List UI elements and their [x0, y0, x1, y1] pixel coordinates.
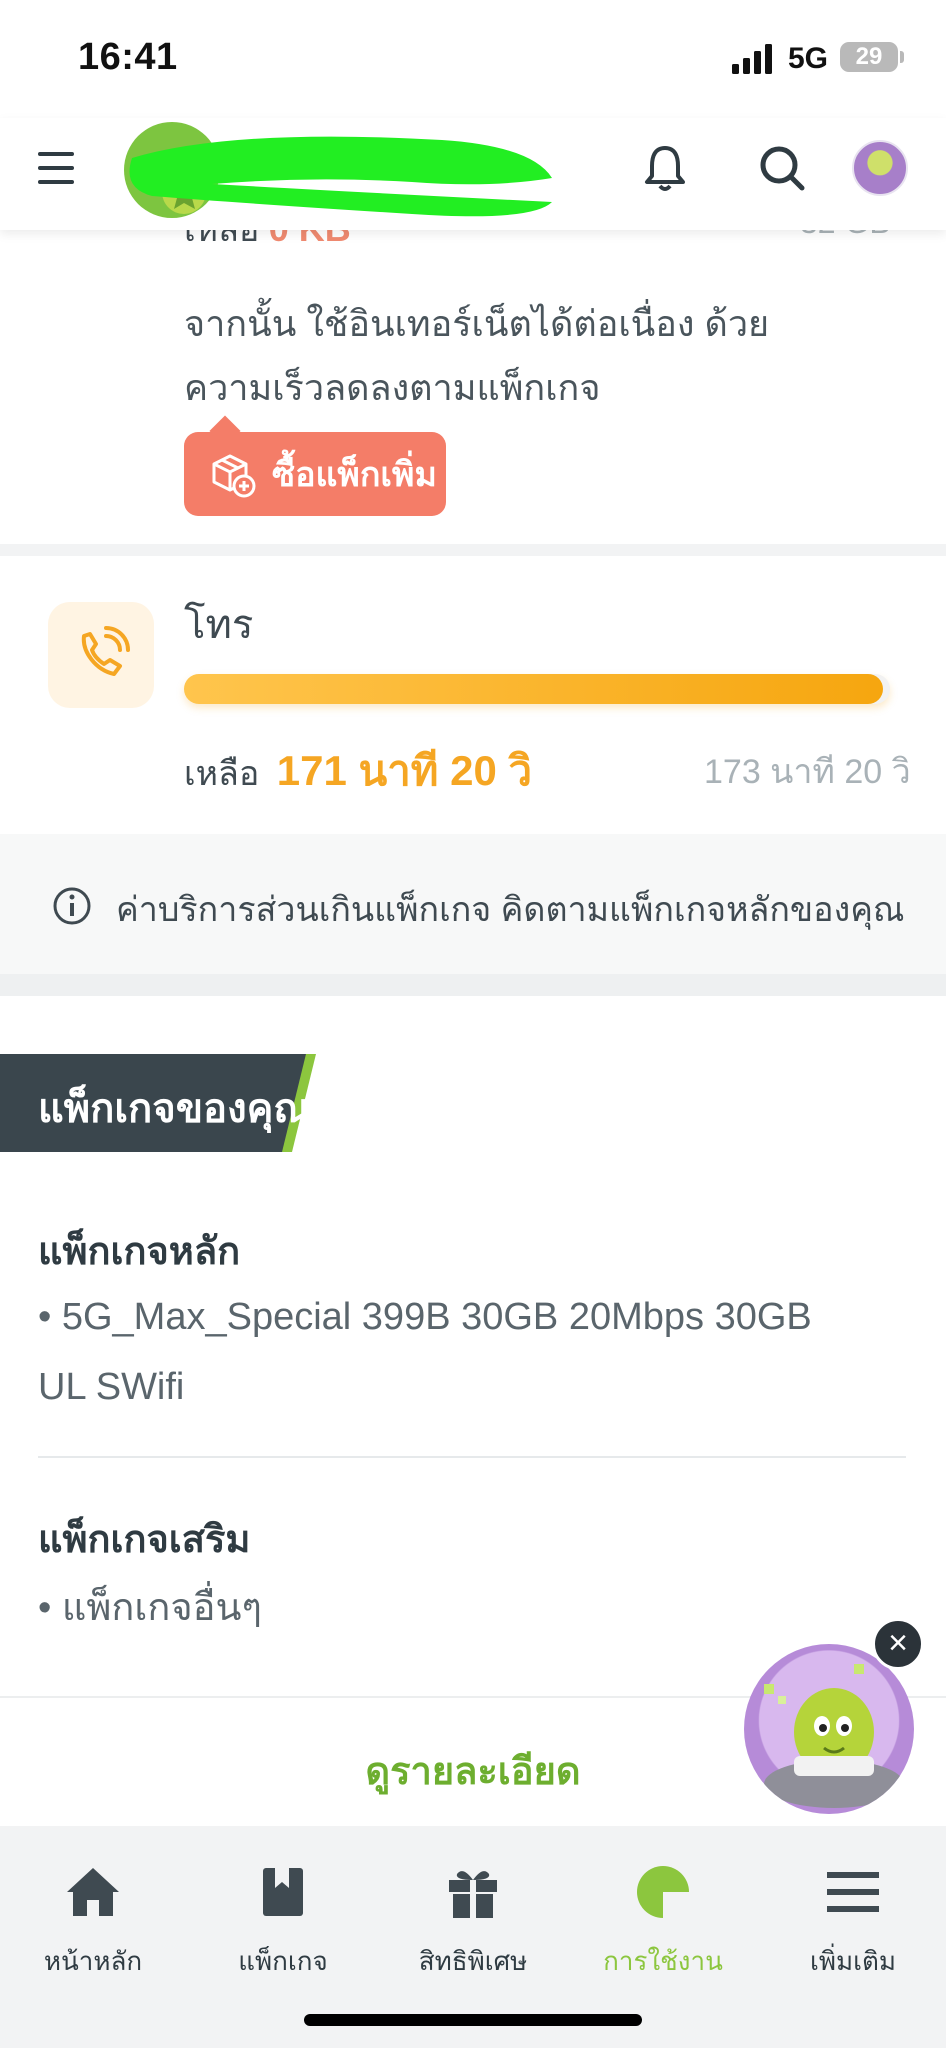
- mascot-chat-button[interactable]: [744, 1644, 914, 1814]
- data-usage-section: เหลือ 0 KB 32 GB จากนั้น ใช้อินเทอร์เน็ต…: [0, 204, 946, 544]
- call-progress-bar: [184, 674, 890, 704]
- redacted-logo: [124, 122, 552, 218]
- buy-package-label: ซื้อแพ็กเพิ่ม: [272, 456, 437, 494]
- battery-icon: 29: [840, 42, 898, 72]
- avatar[interactable]: [852, 140, 908, 196]
- nav-usage[interactable]: การใช้งาน: [588, 1862, 738, 1982]
- menu-icon[interactable]: [38, 152, 74, 184]
- phone-icon: [48, 602, 154, 708]
- call-usage-section: โทร เหลือ 171 นาที 20 วิ 173 นาที 20 วิ: [0, 556, 946, 836]
- nav-usage-label: การใช้งาน: [603, 1946, 723, 1976]
- info-icon: [53, 887, 91, 925]
- package-banner-title: แพ็กเกจของคุณ: [38, 1087, 311, 1131]
- addon-package-item: • แพ็กเกจอื่นๆ: [38, 1587, 262, 1629]
- status-time: 16:41: [78, 36, 178, 78]
- call-progress-fill: [184, 674, 883, 704]
- main-package-item: • 5G_Max_Special 399B 30GB 20Mbps 30GB U…: [38, 1296, 812, 1408]
- overage-info: ค่าบริการส่วนเกินแพ็กเกจ คิดตามแพ็กเกจหล…: [0, 834, 946, 974]
- close-icon[interactable]: ×: [872, 1618, 924, 1670]
- call-total: 173 นาที 20 วิ: [704, 753, 911, 791]
- network-type: 5G: [788, 42, 829, 75]
- search-icon[interactable]: [758, 142, 806, 194]
- section-divider: [0, 544, 946, 556]
- addon-package-title: แพ็กเกจเสริม: [38, 1519, 251, 1561]
- nav-privileges[interactable]: สิทธิพิเศษ: [398, 1862, 548, 1982]
- usage-icon: [637, 1866, 691, 1920]
- nav-package-label: แพ็กเกจ: [238, 1946, 328, 1976]
- nav-more[interactable]: เพิ่มเติม: [778, 1862, 928, 1982]
- section-divider: [0, 974, 946, 996]
- call-remaining-value: 171 นาที 20 วิ: [276, 747, 533, 794]
- call-title: โทร: [184, 603, 254, 647]
- bell-icon[interactable]: [642, 142, 688, 194]
- data-note: จากนั้น ใช้อินเทอร์เน็ตได้ต่อเนื่อง ด้วย…: [184, 303, 770, 408]
- nav-privileges-label: สิทธิพิเศษ: [418, 1946, 528, 1976]
- home-icon: [67, 1868, 119, 1916]
- main-package-title: แพ็กเกจหลัก: [38, 1231, 241, 1273]
- call-remaining-label: เหลือ: [184, 755, 260, 793]
- app-header: [0, 118, 946, 230]
- call-remaining: เหลือ 171 นาที 20 วิ: [184, 738, 532, 804]
- divider: [38, 1456, 906, 1458]
- more-icon: [827, 1872, 879, 1912]
- nav-home-label: หน้าหลัก: [43, 1946, 143, 1976]
- nav-home[interactable]: หน้าหลัก: [18, 1862, 168, 1982]
- overage-info-text: ค่าบริการส่วนเกินแพ็กเกจ คิดตามแพ็กเกจหล…: [116, 891, 905, 929]
- signal-icon: [732, 44, 772, 74]
- home-indicator: [304, 2014, 642, 2026]
- nav-package[interactable]: แพ็กเกจ: [208, 1862, 358, 1982]
- box-add-icon: [212, 454, 256, 498]
- nav-more-label: เพิ่มเติม: [809, 1946, 897, 1976]
- gift-icon: [449, 1871, 497, 1918]
- battery-tip: [900, 51, 904, 63]
- buy-package-button[interactable]: ซื้อแพ็กเพิ่ม: [184, 432, 446, 516]
- status-bar: 16:41 5G 29: [0, 0, 946, 120]
- package-icon: [263, 1868, 303, 1916]
